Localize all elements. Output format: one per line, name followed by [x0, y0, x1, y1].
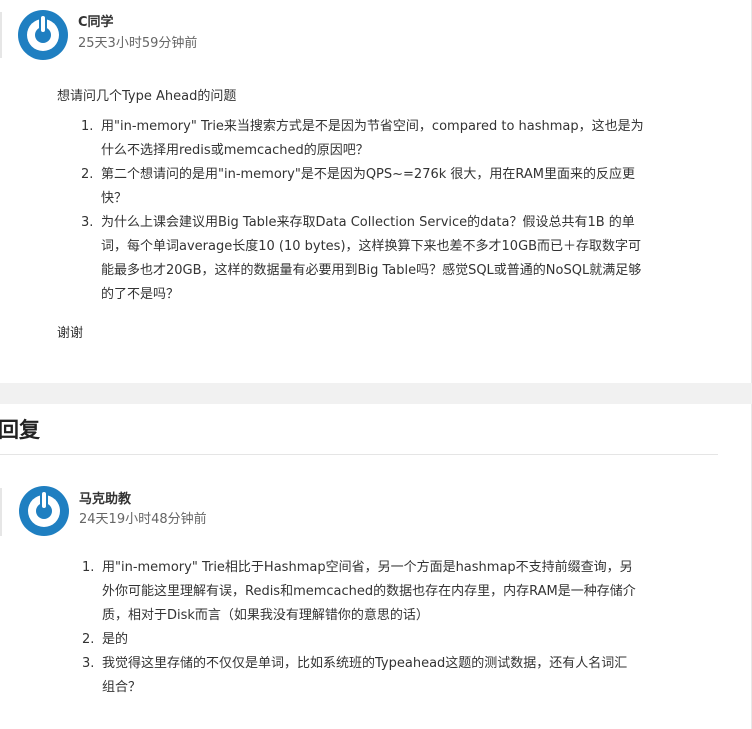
author-name[interactable]: 马克助教 — [79, 488, 131, 507]
list-item: 1. 用"in-memory" Trie相比于Hashmap空间省，另一个方面是… — [82, 556, 636, 628]
left-edge-bar — [0, 12, 2, 58]
author-name[interactable]: C同学 — [78, 11, 114, 30]
list-line: 我觉得这里存储的不仅仅是单词，比如系统班的Typeahead这题的测试数据，还有… — [102, 656, 628, 671]
list-item: 2. 第二个想请问的是用"in-memory"是不是因为QPS~=276k 很大… — [81, 163, 644, 211]
post-timestamp: 25天3小时59分钟前 — [78, 36, 198, 51]
list-line: 是的 — [102, 632, 129, 647]
list-item: 3. 我觉得这里存储的不仅仅是单词，比如系统班的Typeahead这题的测试数据… — [82, 652, 636, 700]
question-closing: 谢谢 — [57, 326, 84, 341]
list-line: 能最多也才20GB，这样的数据量有必要用到Big Table吗？感觉SQL或普通… — [101, 263, 642, 278]
list-number: 3. — [82, 656, 95, 671]
list-item: 1. 用"in-memory" Trie来当搜索方式是不是因为节省空间，comp… — [81, 115, 644, 163]
reply-timestamp: 24天19小时48分钟前 — [79, 512, 207, 527]
reply-heading: 回复 — [0, 418, 40, 442]
list-line: 用"in-memory" Trie来当搜索方式是不是因为节省空间，compare… — [101, 119, 644, 134]
list-line: 词，每个单词average长度10 (10 bytes)，这样换算下来也差不多才… — [101, 239, 642, 254]
question-intro: 想请问几个Type Ahead的问题 — [57, 89, 237, 104]
heading-divider — [0, 454, 718, 455]
avatar-icon[interactable] — [18, 10, 68, 60]
list-line: 第二个想请问的是用"in-memory"是不是因为QPS~=276k 很大，用在… — [101, 167, 636, 182]
avatar-icon[interactable] — [19, 486, 69, 536]
list-line: 为什么上课会建议用Big Table来存取Data Collection Ser… — [101, 215, 635, 230]
left-edge-bar — [0, 488, 2, 536]
question-post: C同学 25天3小时59分钟前 想请问几个Type Ahead的问题 1. 用"… — [0, 0, 752, 383]
section-separator — [0, 383, 752, 404]
list-line: 外你可能这里理解有误，Redis和memcached的数据也存在内存里，内存RA… — [102, 584, 636, 599]
reply-section: 回复 马克助教 24天19小时48分钟前 1. 用"in-memory" Tri… — [0, 404, 752, 729]
list-line: 用"in-memory" Trie相比于Hashmap空间省，另一个方面是has… — [102, 560, 633, 575]
list-item: 3. 为什么上课会建议用Big Table来存取Data Collection … — [81, 211, 644, 307]
list-number: 1. — [82, 560, 95, 575]
list-number: 2. — [82, 632, 95, 647]
list-line: 的了不是吗？ — [101, 287, 180, 302]
list-number: 1. — [81, 119, 94, 134]
list-item: 2. 是的 — [82, 628, 636, 652]
question-list: 1. 用"in-memory" Trie来当搜索方式是不是因为节省空间，comp… — [81, 115, 644, 307]
list-line: 质，相对于Disk而言（如果我没有理解错你的意思的话） — [102, 608, 429, 623]
answer-list: 1. 用"in-memory" Trie相比于Hashmap空间省，另一个方面是… — [82, 556, 636, 700]
list-line: 什么不选择用redis或memcached的原因吧？ — [101, 143, 369, 158]
list-number: 3. — [81, 215, 94, 230]
list-number: 2. — [81, 167, 94, 182]
list-line: 组合？ — [102, 680, 142, 695]
list-line: 快？ — [101, 191, 128, 206]
